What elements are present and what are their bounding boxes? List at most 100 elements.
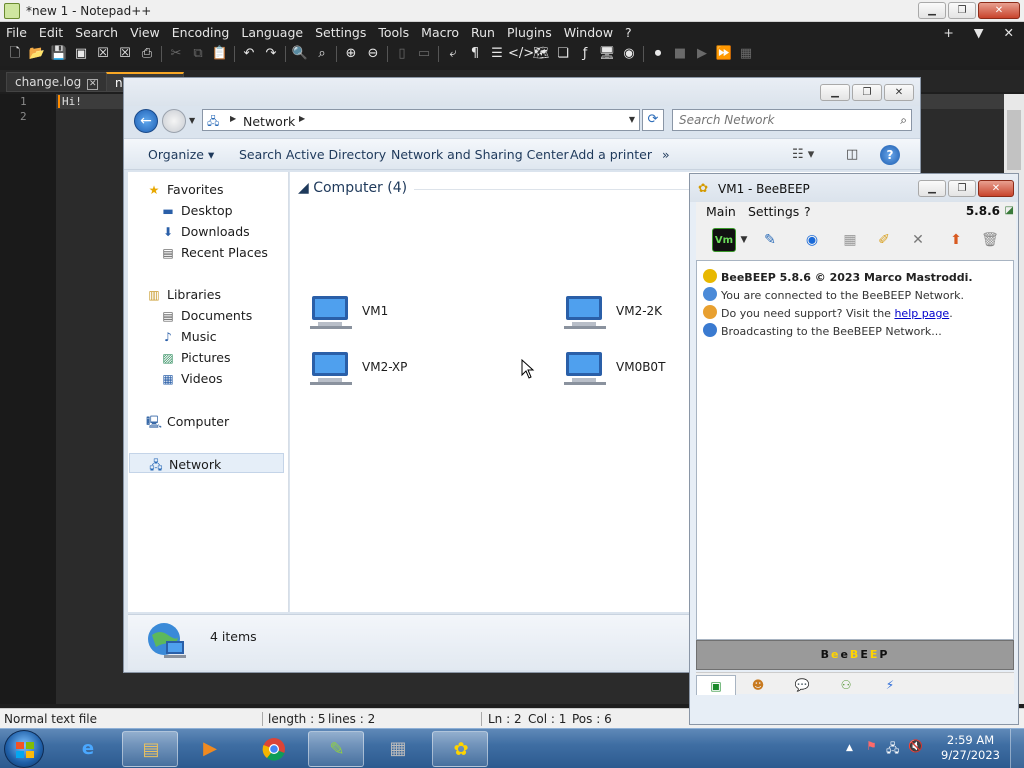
show-all-chars-icon[interactable]: ¶ xyxy=(464,44,486,64)
organize-button[interactable]: Organize ▾ xyxy=(148,147,214,162)
search-input[interactable] xyxy=(679,112,889,128)
menu-settings[interactable]: Settings xyxy=(309,25,372,40)
paste-icon[interactable]: 📋 xyxy=(209,44,231,64)
replace-icon[interactable]: ⌕ xyxy=(311,44,333,64)
explorer-titlebar[interactable] xyxy=(124,78,920,106)
breadcrumb-network[interactable]: Network xyxy=(243,114,295,129)
taskbar-beebeep[interactable]: ✿ xyxy=(432,731,488,767)
status-vm-button[interactable]: Vm xyxy=(712,228,736,252)
tab-list-icon[interactable]: ▼ xyxy=(964,22,994,43)
search-box[interactable]: ⌕ xyxy=(672,109,912,131)
function-list-icon[interactable]: ƒ xyxy=(574,44,596,64)
network-tab-icon[interactable]: ⚇ xyxy=(826,675,866,695)
redo-icon[interactable]: ↷ xyxy=(260,44,282,64)
menu-window[interactable]: Window xyxy=(558,25,619,40)
menu-view[interactable]: View xyxy=(124,25,166,40)
nav-videos[interactable]: ▦ Videos xyxy=(160,371,222,386)
refresh-button[interactable]: ⟳ xyxy=(642,109,664,131)
more-commands-chevron-icon[interactable]: » xyxy=(662,147,670,162)
taskbar-ie[interactable]: e xyxy=(60,731,116,767)
open-file-icon[interactable]: 📂 xyxy=(26,44,48,64)
word-wrap-icon[interactable]: ⤶ xyxy=(442,44,464,64)
sync-vertical-icon[interactable]: ▯ xyxy=(391,44,413,64)
play-macro-icon[interactable]: ▶ xyxy=(691,44,713,64)
back-button[interactable]: ← xyxy=(134,109,158,133)
doc-list-icon[interactable]: ❏ xyxy=(552,44,574,64)
network-sharing-center-button[interactable]: Network and Sharing Center xyxy=(391,147,569,162)
scrollbar-thumb[interactable] xyxy=(1007,110,1021,170)
search-icon[interactable]: ⌕ xyxy=(900,113,907,128)
taskbar-explorer[interactable]: ▤ xyxy=(122,731,178,767)
start-button[interactable] xyxy=(4,730,44,768)
edit-profile-icon[interactable]: ✎ xyxy=(758,228,782,252)
menu-settings[interactable]: Settings xyxy=(748,204,799,219)
maximize-button[interactable]: ❐ xyxy=(852,84,882,101)
nav-desktop[interactable]: ▬ Desktop xyxy=(160,203,232,218)
close-file-icon[interactable]: ☒ xyxy=(92,44,114,64)
save-icon[interactable]: 💾 xyxy=(48,44,70,64)
note-icon[interactable]: ✐ xyxy=(872,228,896,252)
nav-recent-places[interactable]: ▤ Recent Places xyxy=(160,245,268,260)
zoom-out-icon[interactable]: ⊖ xyxy=(362,44,384,64)
action-center-icon[interactable]: ⚑ xyxy=(866,739,877,753)
add-contact-icon[interactable]: ▦ xyxy=(838,228,862,252)
zoom-in-icon[interactable]: ⊕ xyxy=(340,44,362,64)
update-icon[interactable]: ◪ xyxy=(1005,205,1014,216)
shares-tab-icon[interactable]: ⚡ xyxy=(870,675,910,695)
nav-network[interactable]: 🖧 Network xyxy=(129,453,284,473)
chevron-right-icon[interactable]: ▶ xyxy=(230,114,236,123)
address-dropdown-icon[interactable]: ▼ xyxy=(629,115,635,124)
tab-change-log[interactable]: change.log ✕ xyxy=(6,72,108,92)
recent-pages-dropdown-icon[interactable]: ▼ xyxy=(189,116,195,125)
menu-edit[interactable]: Edit xyxy=(33,25,69,40)
menu-main[interactable]: Main xyxy=(706,204,736,219)
close-button[interactable]: ✕ xyxy=(978,180,1014,197)
new-file-icon[interactable]: 🗋 xyxy=(4,44,26,64)
minimize-button[interactable]: ▁ xyxy=(918,180,946,197)
taskbar-chrome[interactable] xyxy=(246,731,302,767)
monitoring-icon[interactable]: ◉ xyxy=(618,44,640,64)
new-tab-icon[interactable]: + xyxy=(933,22,963,43)
close-button[interactable]: ✕ xyxy=(978,2,1020,19)
menu-file[interactable]: File xyxy=(0,25,33,40)
close-button[interactable]: ✕ xyxy=(884,84,914,101)
tools-icon[interactable]: ✕ xyxy=(906,228,930,252)
indent-guide-icon[interactable]: ☰ xyxy=(486,44,508,64)
undo-icon[interactable]: ↶ xyxy=(238,44,260,64)
taskbar-media-player[interactable]: ▶ xyxy=(182,731,238,767)
network-tray-icon[interactable]: 🖧 xyxy=(886,739,899,760)
tab-close-icon[interactable]: ✕ xyxy=(87,79,99,90)
folder-workspace-icon[interactable]: 🖥 xyxy=(596,44,618,64)
menu-encoding[interactable]: Encoding xyxy=(166,25,236,40)
menu-tools[interactable]: Tools xyxy=(372,25,415,40)
download-icon[interactable]: ⬆ xyxy=(944,228,968,252)
print-icon[interactable]: ⎙ xyxy=(136,44,158,64)
close-all-icon[interactable]: ☒ xyxy=(114,44,136,64)
run-macro-multiple-icon[interactable]: ⏩ xyxy=(713,44,735,64)
menu-help[interactable]: ? xyxy=(804,204,811,219)
preview-pane-icon[interactable]: ◫ xyxy=(846,147,858,162)
menu-run[interactable]: Run xyxy=(465,25,501,40)
status-dropdown-icon[interactable]: ▼ xyxy=(738,228,750,252)
nav-downloads[interactable]: ⬇ Downloads xyxy=(160,224,250,239)
record-macro-icon[interactable]: ⏺ xyxy=(647,44,669,64)
menu-plugins[interactable]: Plugins xyxy=(501,25,558,40)
broadcast-icon[interactable]: ◉ xyxy=(800,228,824,252)
copy-icon[interactable]: ⧉ xyxy=(187,44,209,64)
menu-help[interactable]: ? xyxy=(619,25,638,40)
change-view-icon[interactable]: ☷ ▾ xyxy=(792,147,814,162)
taskbar-notepadpp[interactable]: ✎ xyxy=(308,731,364,767)
find-icon[interactable]: 🔍 xyxy=(289,44,311,64)
help-page-link[interactable]: help page xyxy=(894,307,949,320)
add-printer-button[interactable]: Add a printer xyxy=(570,147,652,162)
nav-documents[interactable]: ▤ Documents xyxy=(160,308,252,323)
chevron-right-icon[interactable]: ▶ xyxy=(299,114,305,123)
doc-map-icon[interactable]: 🗺 xyxy=(530,44,552,64)
menu-language[interactable]: Language xyxy=(235,25,309,40)
cut-icon[interactable]: ✂ xyxy=(165,44,187,64)
users-tab-icon[interactable]: ▣ xyxy=(696,675,736,695)
menu-macro[interactable]: Macro xyxy=(415,25,465,40)
groups-tab-icon[interactable]: ☻ xyxy=(738,675,778,695)
show-hidden-icons-icon[interactable]: ▲ xyxy=(846,743,853,753)
show-desktop-button[interactable] xyxy=(1010,729,1024,768)
